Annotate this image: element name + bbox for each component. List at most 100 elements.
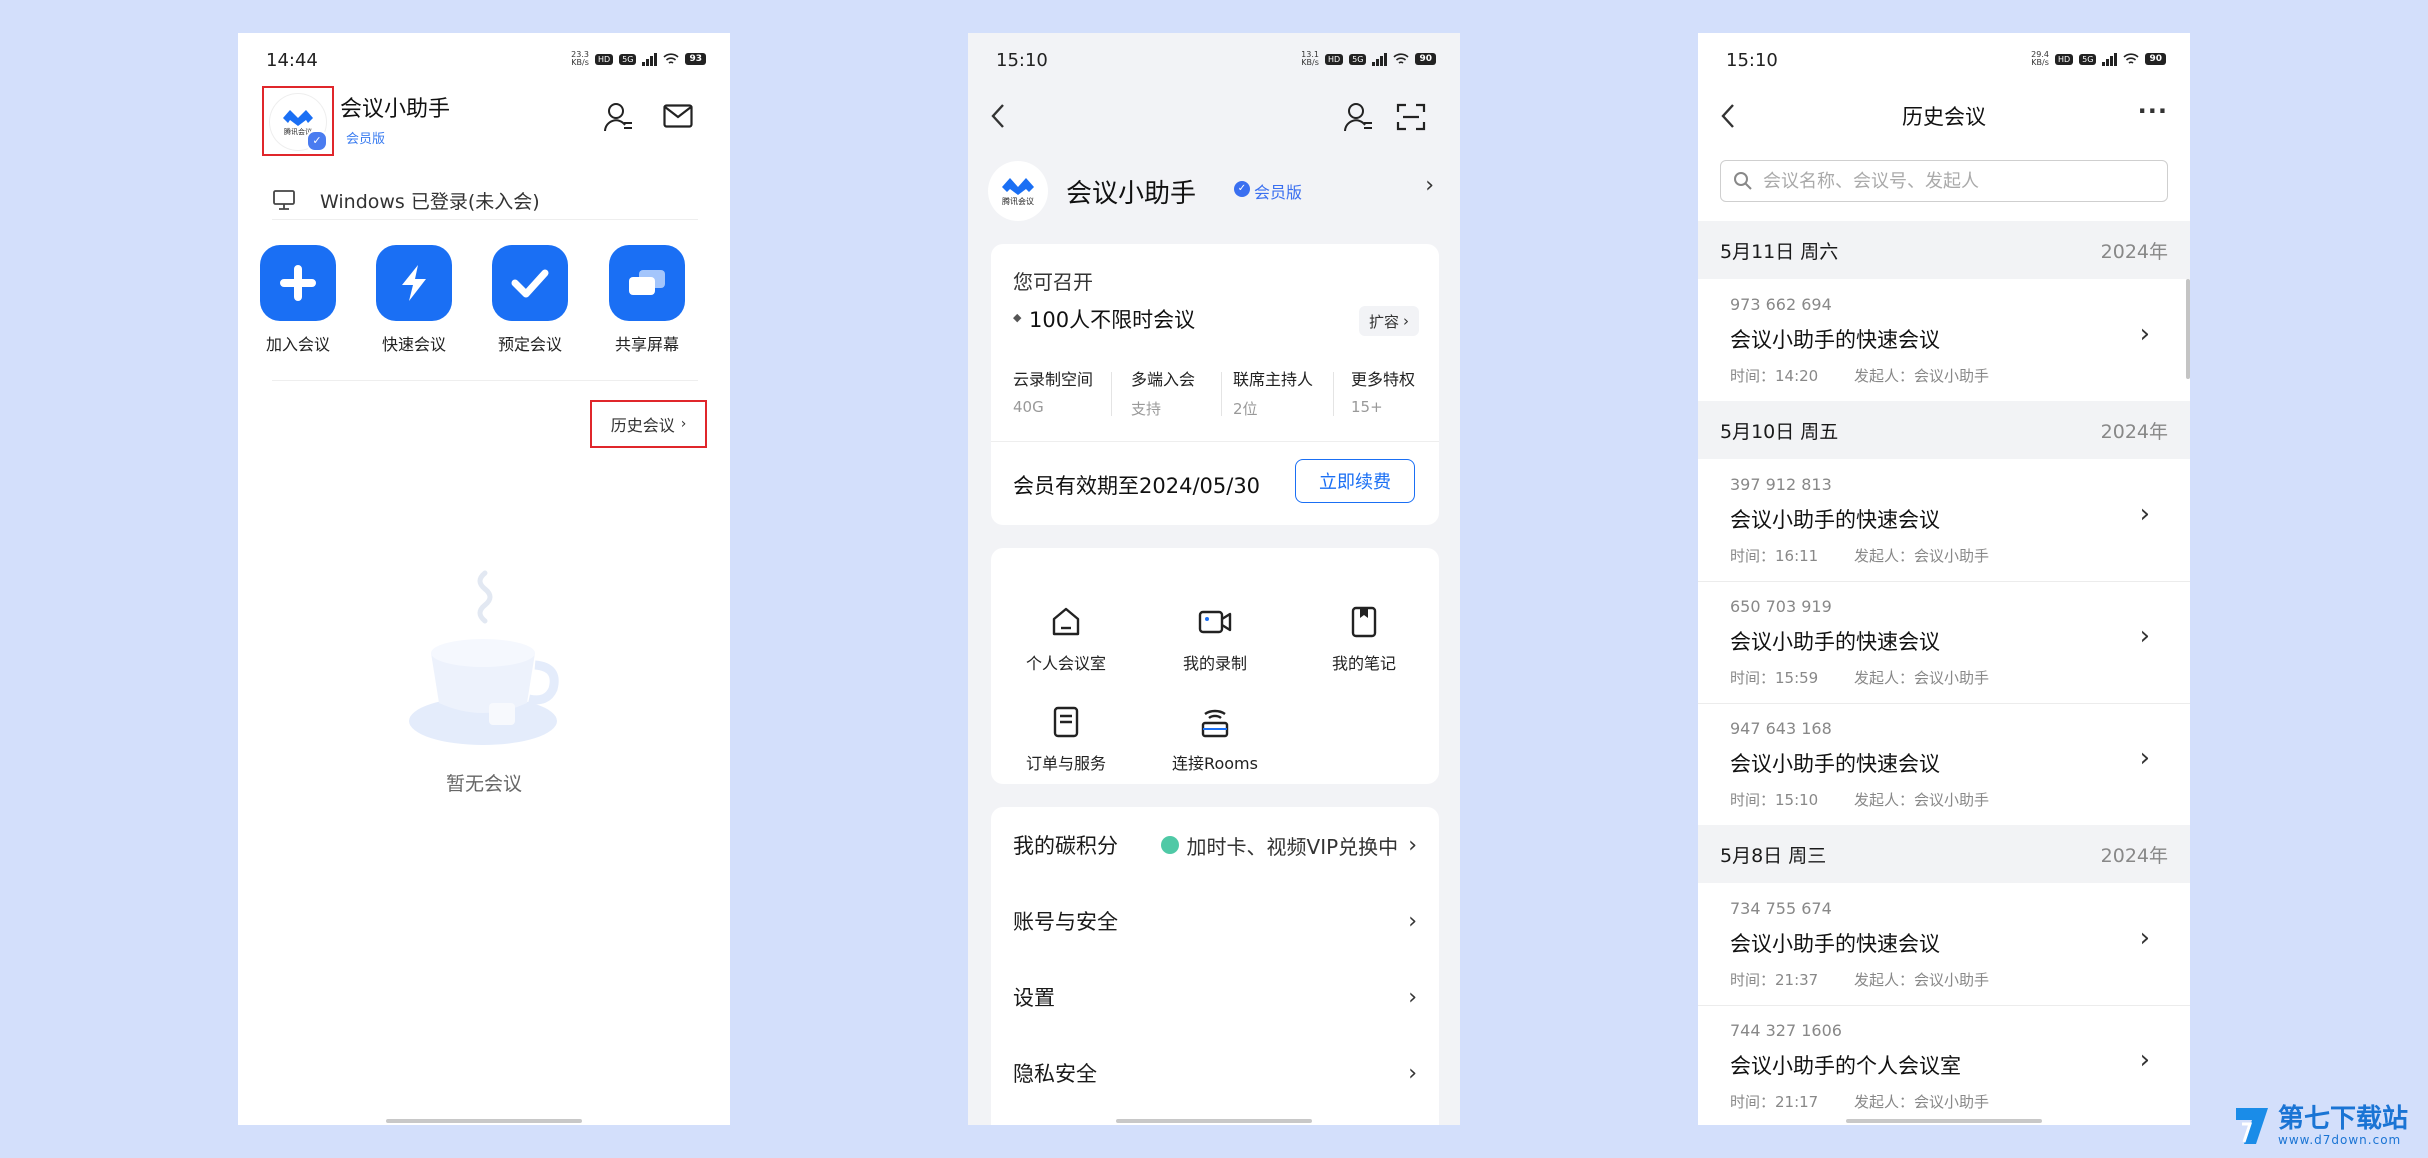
check-icon: [492, 245, 568, 321]
meeting-room-icon: [1052, 607, 1080, 636]
profile-row[interactable]: 腾讯会议 会议小助手 ✓ 会员版 ›: [988, 161, 1438, 221]
date-header: 5月8日 周三 2024年: [1698, 825, 2190, 883]
chevron-right-icon: ›: [1408, 1060, 1417, 1086]
privacy-security-row[interactable]: 隐私安全 ›: [991, 1035, 1439, 1111]
stat-multi-device: 多端入会 支持: [1131, 370, 1196, 418]
page-title: 历史会议: [1902, 105, 1986, 129]
device-status-row[interactable]: Windows 已登录(未入会): [272, 181, 698, 220]
home-indicator: [1116, 1119, 1312, 1123]
chevron-right-icon: ›: [1408, 832, 1417, 858]
diamond-icon: ◆: [1013, 311, 1022, 324]
meeting-time: 时间：16:11: [1730, 547, 1819, 565]
my-recordings-button[interactable]: 我的录制: [1155, 606, 1275, 674]
chevron-right-icon: ›: [1408, 984, 1417, 1010]
connect-rooms-button[interactable]: 连接Rooms: [1155, 706, 1275, 774]
meeting-title: 会议小助手的快速会议: [1730, 932, 1940, 956]
meeting-item[interactable]: 734 755 674 会议小助手的快速会议 时间：21:37 发起人：会议小助…: [1698, 883, 2190, 1006]
divider: [1333, 372, 1334, 416]
chevron-right-icon: ›: [2139, 621, 2150, 651]
5g-icon: 5G: [619, 53, 637, 65]
avatar[interactable]: 腾讯会议 ✓: [270, 94, 328, 152]
personal-room-button[interactable]: 个人会议室: [1006, 606, 1126, 674]
account-security-row[interactable]: 账号与安全 ›: [991, 883, 1439, 959]
avatar[interactable]: 腾讯会议: [988, 161, 1048, 221]
join-meeting-button[interactable]: 加入会议: [253, 245, 343, 355]
search-box[interactable]: [1720, 160, 2168, 202]
meeting-host: 发起人：会议小助手: [1854, 971, 1990, 989]
meeting-item[interactable]: 397 912 813 会议小助手的快速会议 时间：16:11 发起人：会议小助…: [1698, 459, 2190, 582]
history-meetings-button[interactable]: 历史会议 ›: [590, 400, 707, 448]
meeting-id: 973 662 694: [1730, 295, 1832, 314]
chevron-right-icon: ›: [2139, 743, 2150, 773]
meeting-title: 会议小助手的快速会议: [1730, 508, 1940, 532]
profile-screen: 15:10 13.1 KB/s HD 5G 90 腾讯会议 会议小助手 ✓ 会员…: [968, 33, 1460, 1125]
year-label: 2024年: [2100, 420, 2168, 443]
network-speed: 23.3 KB/s: [571, 50, 589, 67]
quick-meeting-label: 快速会议: [381, 335, 446, 354]
site-watermark: 第七下载站 www.d7down.com: [2232, 1104, 2408, 1148]
share-screen-label: 共享屏幕: [614, 335, 679, 354]
my-notes-button[interactable]: 我的笔记: [1304, 606, 1424, 674]
wifi-icon: [2123, 52, 2140, 64]
account-security-label: 账号与安全: [1013, 910, 1118, 934]
chevron-right-icon: ›: [2139, 1045, 2150, 1075]
profile-name: 会议小助手: [1066, 179, 1197, 209]
connect-rooms-label: 连接Rooms: [1172, 754, 1258, 773]
meeting-title: 会议小助手的快速会议: [1730, 630, 1940, 654]
contacts-icon[interactable]: [604, 101, 634, 133]
date-header: 5月11日 周六 2024年: [1698, 221, 2190, 279]
divider: [272, 380, 698, 381]
orders-services-button[interactable]: 订单与服务: [1006, 706, 1126, 774]
carbon-points-row[interactable]: 我的碳积分 加时卡、视频VIP兑换中 ›: [991, 807, 1439, 883]
renew-button[interactable]: 立即续费: [1295, 459, 1415, 503]
battery-icon: 93: [685, 53, 706, 65]
divider: [1221, 372, 1222, 416]
hd-icon: HD: [594, 53, 614, 65]
site-name: 第七下载站: [2278, 1104, 2409, 1134]
scrollbar[interactable]: [2186, 279, 2190, 379]
status-time: 14:44: [266, 50, 318, 71]
settings-row[interactable]: 设置 ›: [991, 959, 1439, 1035]
wifi-icon: [1393, 52, 1410, 64]
share-screen-button[interactable]: 共享屏幕: [602, 245, 692, 355]
expand-button[interactable]: 扩容 ›: [1359, 306, 1420, 336]
home-indicator: [1846, 1119, 2042, 1123]
empty-state-text: 暂无会议: [445, 773, 522, 795]
more-icon[interactable]: ···: [2138, 97, 2168, 125]
meeting-item[interactable]: 947 643 168 会议小助手的快速会议 时间：15:10 发起人：会议小助…: [1698, 703, 2190, 826]
date-label: 5月10日 周五: [1720, 420, 1839, 443]
status-time: 15:10: [1726, 50, 1778, 71]
meeting-title: 会议小助手的个人会议室: [1730, 1054, 1961, 1078]
meeting-id: 397 912 813: [1730, 475, 1832, 494]
meeting-item[interactable]: 650 703 919 会议小助手的快速会议 时间：15:59 发起人：会议小助…: [1698, 581, 2190, 704]
search-input[interactable]: [1761, 169, 2165, 193]
notes-icon: [1351, 606, 1377, 638]
my-notes-label: 我的笔记: [1331, 654, 1396, 673]
signal-icon: [2102, 52, 2118, 66]
chevron-right-icon: ›: [2139, 499, 2150, 529]
quick-meeting-button[interactable]: 快速会议: [369, 245, 459, 355]
order-icon: [1053, 706, 1079, 738]
mail-icon[interactable]: [663, 104, 693, 128]
scan-icon[interactable]: [1396, 103, 1426, 131]
status-time: 15:10: [996, 50, 1048, 71]
home-indicator: [386, 1119, 582, 1123]
membership-expiry: 会员有效期至2024/05/30: [1013, 474, 1261, 498]
meeting-time: 时间：14:20: [1730, 367, 1819, 385]
rooms-icon: [1201, 709, 1229, 738]
empty-cup-illustration: [409, 570, 559, 745]
year-label: 2024年: [2100, 240, 2168, 263]
meeting-id: 947 643 168: [1730, 719, 1832, 738]
device-status-text: Windows 已登录(未入会): [320, 190, 540, 213]
back-icon[interactable]: [990, 103, 1006, 129]
contacts-icon[interactable]: [1344, 101, 1374, 133]
meeting-item[interactable]: 744 327 1606 会议小助手的个人会议室 时间：21:17 发起人：会议…: [1698, 1005, 2190, 1125]
schedule-meeting-button[interactable]: 预定会议: [485, 245, 575, 355]
avatar-highlight[interactable]: 腾讯会议 ✓: [262, 86, 334, 156]
meeting-host: 发起人：会议小助手: [1854, 547, 1990, 565]
meeting-item[interactable]: 973 662 694 会议小助手的快速会议 时间：14:20 发起人：会议小助…: [1698, 279, 2190, 402]
wifi-icon: [663, 52, 680, 64]
plan-main: 100人不限时会议: [1029, 308, 1196, 332]
privilege-stats[interactable]: 云录制空间 40G 多端入会 支持 联席主持人 2位 更多特权 15+: [1013, 366, 1433, 426]
chevron-right-icon: ›: [1403, 312, 1410, 330]
